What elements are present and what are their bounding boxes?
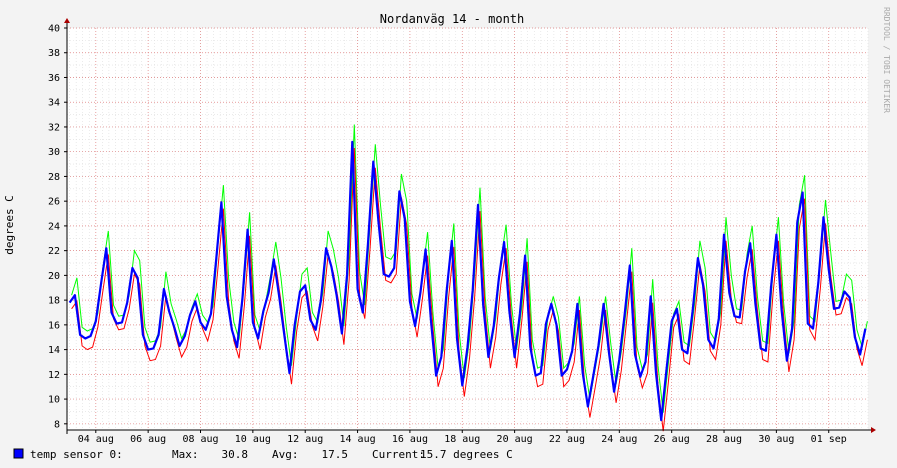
legend-current-value: 15.7 degrees C <box>420 448 513 461</box>
x-tick-label: 24 aug <box>601 434 637 445</box>
x-tick-label: 06 aug <box>130 434 166 445</box>
y-tick-label: 10 <box>48 395 60 406</box>
y-tick-label: 18 <box>48 296 60 307</box>
x-tick-label: 20 aug <box>497 434 533 445</box>
chart: 8 10 12 14 16 18 20 22 24 26 28 30 32 34 36 38 40 04 aug 0… <box>0 0 897 468</box>
y-tick-label: 14 <box>48 345 60 356</box>
x-tick-label: 10 aug <box>235 434 271 445</box>
legend-series-label: temp sensor 0: <box>30 448 123 461</box>
x-tick-label: 30 aug <box>758 434 794 445</box>
y-tick-label: 30 <box>48 147 60 158</box>
y-tick-label: 36 <box>48 73 60 84</box>
y-tick-label: 34 <box>48 98 60 109</box>
y-tick-label: 28 <box>48 172 60 183</box>
legend-max-label: Max: <box>172 448 199 461</box>
legend-current-label: Current: <box>372 448 425 461</box>
x-tick-label: 01 sep <box>811 434 847 445</box>
x-tick-label: 14 aug <box>339 434 375 445</box>
x-tick-label: 04 aug <box>78 434 114 445</box>
chart-title: Nordanväg 14 - month <box>380 12 525 26</box>
y-tick-label: 40 <box>48 24 60 35</box>
y-tick-label: 32 <box>48 122 60 133</box>
watermark: RRDTOOL / TOBI OETIKER <box>882 7 891 113</box>
y-tick-label: 20 <box>48 271 60 282</box>
y-tick-label: 12 <box>48 370 60 381</box>
legend-avg-value: 17.5 <box>322 448 349 461</box>
x-tick-label: 08 aug <box>182 434 218 445</box>
y-tick-label: 26 <box>48 197 60 208</box>
x-tick-label: 18 aug <box>444 434 480 445</box>
x-tick-label: 26 aug <box>654 434 690 445</box>
x-tick-label: 12 aug <box>287 434 323 445</box>
y-axis-label: degrees C <box>3 195 16 255</box>
legend-swatch <box>13 448 24 459</box>
x-tick-label: 22 aug <box>549 434 585 445</box>
y-tick-label: 16 <box>48 320 60 331</box>
y-tick-label: 8 <box>54 419 60 430</box>
legend-max-value: 30.8 <box>222 448 249 461</box>
y-tick-label: 24 <box>48 221 60 232</box>
legend-avg-label: Avg: <box>272 448 299 461</box>
y-tick-label: 38 <box>48 48 60 59</box>
x-tick-label: 16 aug <box>392 434 428 445</box>
x-tick-label: 28 aug <box>706 434 742 445</box>
y-tick-label: 22 <box>48 246 60 257</box>
